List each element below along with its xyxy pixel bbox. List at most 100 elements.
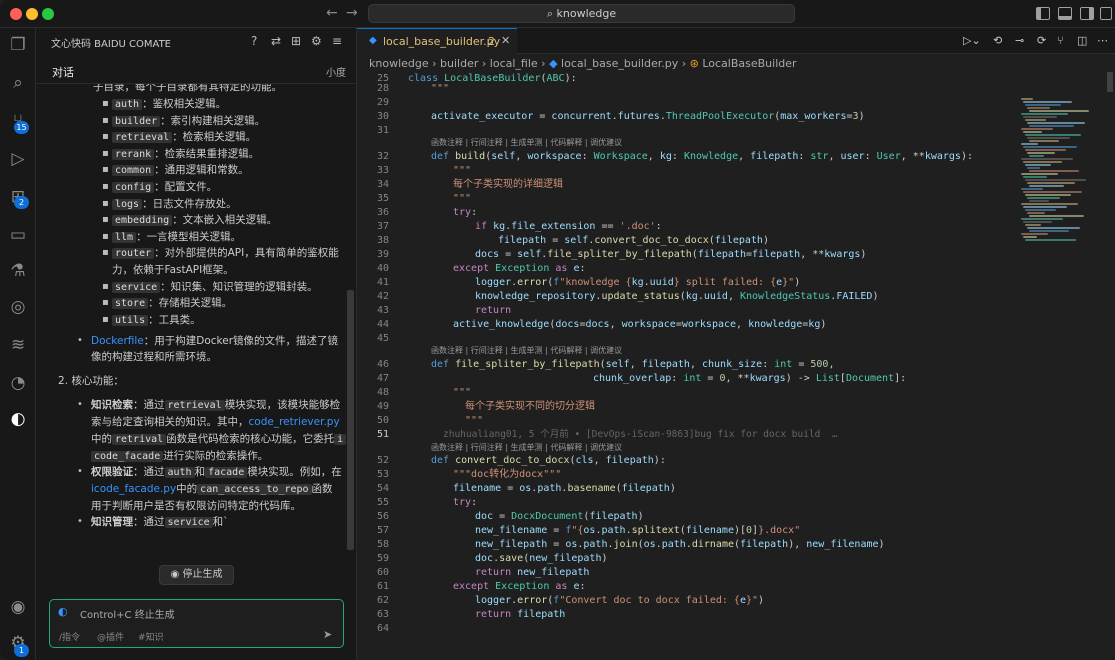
line-number: 41 — [376, 277, 389, 288]
code-line: 每个子类实现的详细逻辑 — [453, 179, 563, 190]
explorer-icon[interactable]: ❐ — [7, 34, 29, 56]
bullet: • — [77, 516, 83, 527]
toggle-primary-sidebar-icon[interactable] — [1036, 7, 1050, 20]
remote-explorer-icon[interactable]: ▭ — [7, 224, 29, 246]
git-compare-icon[interactable]: ⊸ — [1015, 34, 1024, 47]
minimap-line — [1021, 203, 1078, 205]
list-item: config ：配置文件。 — [112, 179, 217, 195]
editor-tabs: ◆ local_base_builder.py 2 ✕ ▷⌄ ⟲ ⊸ ⟳ ⑂ ◫… — [357, 28, 1115, 54]
editor-scrollbar[interactable] — [1107, 72, 1113, 92]
hint-plugin[interactable]: @插件 — [97, 630, 124, 643]
minimize-window-button[interactable] — [26, 8, 38, 20]
docker-icon[interactable]: ≋ — [7, 334, 29, 356]
chat-tabs: 对话 小度 — [36, 58, 357, 84]
vscode-window: ← → ⌕ knowledge ❐ ⌕ ⑂ 15 ▷ ⊞ 2 ▭ ⚗ ◎ ≋ ◔… — [0, 0, 1115, 660]
send-icon[interactable]: ➤ — [323, 628, 332, 641]
git-forward-icon[interactable]: ⟳ — [1037, 34, 1046, 47]
sidebar-title: 文心快码 BAIDU COMATE — [51, 39, 171, 50]
git-lens-icon[interactable]: ◎ — [7, 296, 29, 318]
line-number: 48 — [376, 387, 389, 398]
command-center[interactable]: ⌕ knowledge — [368, 4, 795, 23]
minimap-line — [1029, 185, 1064, 187]
timeline-icon[interactable]: ◔ — [7, 372, 29, 394]
more-actions-icon[interactable]: ⋯ — [1097, 34, 1108, 47]
hint-command[interactable]: /指令 — [59, 630, 80, 643]
arrow-left-icon[interactable]: ← — [326, 5, 338, 21]
line-number: 51 — [376, 429, 389, 440]
list-item: retrieval ：检索相关逻辑。 — [112, 129, 256, 145]
dockerfile-link[interactable]: Dockerfile — [91, 335, 144, 347]
code-line: new_filepath = os.path.join(os.path.dirn… — [475, 539, 885, 550]
git-back-icon[interactable]: ⟲ — [993, 34, 1002, 47]
customize-layout-icon[interactable] — [1100, 7, 1112, 20]
minimap-line — [1029, 140, 1059, 142]
breadcrumb-item[interactable]: local_base_builder.py — [561, 57, 678, 70]
line-number: 60 — [376, 567, 389, 578]
chat-input-placeholder: Control+C 终止生成 — [80, 610, 175, 621]
gitlens-icon[interactable]: ⑂ — [1057, 34, 1064, 47]
code-editor[interactable]: class LocalBaseBuilder(ABC): """ activat… — [357, 72, 1017, 660]
chat-input[interactable]: ◐ Control+C 终止生成 /指令 @插件 #知识 ➤ — [49, 599, 344, 648]
code-line: """ — [431, 83, 450, 94]
codelens[interactable]: 函数注释 | 行间注释 | 生成单测 | 代码解释 | 调优建议 — [431, 345, 622, 357]
search-icon: ⌕ — [546, 7, 557, 20]
minimap-line — [1021, 233, 1048, 235]
tab-xiaodu[interactable]: 小度 — [326, 64, 346, 79]
close-icon[interactable]: ✕ — [501, 34, 510, 47]
hint-knowledge[interactable]: #知识 — [138, 630, 164, 643]
code-line: active_knowledge(docs=docs, workspace=wo… — [453, 319, 827, 330]
run-icon[interactable]: ▷⌄ — [963, 34, 981, 47]
line-number: 44 — [376, 319, 389, 330]
stop-generation-button[interactable]: ◉ 停止生成 — [159, 565, 234, 585]
line-number: 28 — [376, 83, 389, 94]
codelens[interactable]: 函数注释 | 行间注释 | 生成单测 | 代码解释 | 调优建议 — [431, 137, 622, 149]
code-retriever-link[interactable]: code_retriever.py — [249, 416, 340, 428]
activity-bar: ❐ ⌕ ⑂ 15 ▷ ⊞ 2 ▭ ⚗ ◎ ≋ ◔ ◐ ◉ ⚙ 1 — [0, 28, 36, 660]
code-line: """ — [453, 165, 472, 176]
codelens[interactable]: 函数注释 | 行间注释 | 生成单测 | 代码解释 | 调优建议 — [431, 442, 622, 454]
line-number: 55 — [376, 497, 389, 508]
comate-logo-icon: ◐ — [58, 605, 68, 618]
breadcrumb-item[interactable]: knowledge — [369, 57, 429, 70]
title-bar: ← → ⌕ knowledge — [0, 0, 1115, 28]
line-number: 30 — [376, 111, 389, 122]
minimap-line — [1025, 149, 1066, 151]
breadcrumb-item[interactable]: builder — [440, 57, 478, 70]
line-number: 58 — [376, 539, 389, 550]
editor-tab[interactable]: ◆ local_base_builder.py 2 ✕ — [357, 28, 517, 54]
bullet: ▪ — [102, 147, 109, 159]
toggle-panel-icon[interactable] — [1058, 7, 1072, 20]
toggle-secondary-sidebar-icon[interactable] — [1080, 7, 1094, 20]
section-heading: 2. 核心功能： — [58, 375, 124, 387]
menu-icon[interactable]: ≡ — [332, 34, 342, 48]
help-icon[interactable]: ? — [251, 34, 257, 48]
minimap[interactable] — [1017, 72, 1107, 660]
chat-scrollbar[interactable] — [347, 290, 354, 550]
bullet: ▪ — [102, 164, 109, 176]
settings-icon[interactable]: ⚙ — [311, 34, 322, 48]
icode-facade-link[interactable]: icode_facade.py — [91, 483, 176, 495]
close-window-button[interactable] — [10, 8, 22, 20]
sidebar-header: 文心快码 BAIDU COMATE ? ⇄ ⊞ ⚙ ≡ — [36, 28, 357, 54]
list-item: builder ：索引构建相关逻辑。 — [112, 113, 265, 129]
split-editor-icon[interactable]: ◫ — [1077, 34, 1087, 47]
python-file-icon: ◆ — [549, 57, 558, 70]
comate-icon[interactable]: ◐ — [7, 408, 29, 430]
breadcrumb-item[interactable]: local_file — [490, 57, 538, 70]
run-debug-icon[interactable]: ▷ — [7, 148, 29, 170]
breadcrumb-item[interactable]: LocalBaseBuilder — [702, 57, 796, 70]
account-icon[interactable]: ◉ — [7, 596, 29, 618]
arrow-right-icon[interactable]: → — [346, 5, 358, 21]
testing-icon[interactable]: ⚗ — [7, 260, 29, 282]
search-icon[interactable]: ⌕ — [7, 72, 29, 94]
plugins-icon[interactable]: ⊞ — [291, 34, 301, 48]
tab-chat[interactable]: 对话 — [52, 64, 74, 80]
maximize-window-button[interactable] — [42, 8, 54, 20]
list-item: utils ：工具类。 — [112, 312, 201, 328]
list-item: common ：通用逻辑和常数。 — [112, 162, 249, 178]
translate-icon[interactable]: ⇄ — [271, 34, 281, 48]
minimap-line — [1023, 236, 1037, 238]
minimap-line — [1023, 116, 1057, 118]
line-number: 43 — [376, 305, 389, 316]
list-item: llm ：一言模型相关逻辑。 — [112, 229, 241, 245]
